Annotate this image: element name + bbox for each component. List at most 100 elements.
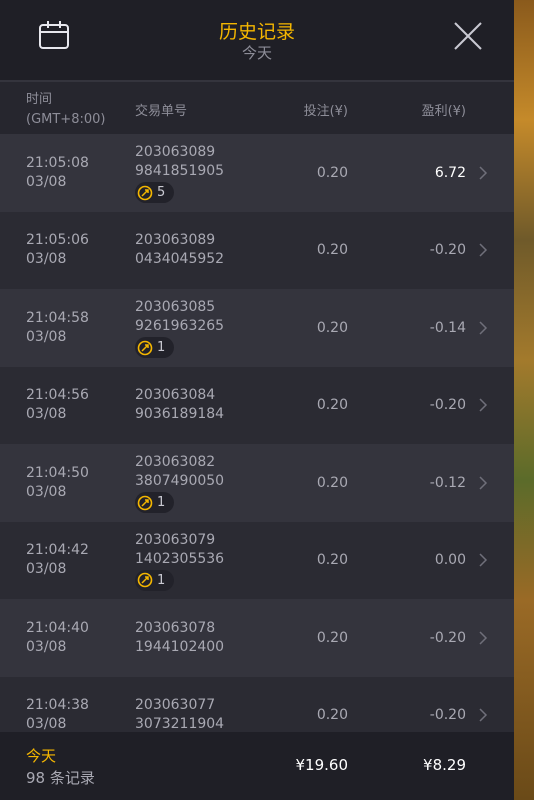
- row-date-value: 03/08: [26, 251, 67, 268]
- history-row[interactable]: 21:05:06 03/08 203063089 0434045952 0.20…: [0, 211, 514, 289]
- spin-icon: [137, 572, 153, 588]
- summary-record-count: 98 条记录: [26, 769, 95, 787]
- row-bet: 0.20: [316, 319, 348, 336]
- summary-total-bet: ¥19.60: [295, 756, 349, 774]
- page-title: 历史记录: [218, 21, 295, 43]
- summary-period-label: 今天: [26, 747, 57, 765]
- row-profit: -0.20: [429, 707, 466, 724]
- row-order: 203063078 1944102400: [135, 619, 224, 657]
- row-time-value: 21:04:40: [26, 619, 89, 636]
- row-time: 21:04:42 03/08: [26, 541, 89, 579]
- row-time-value: 21:04:58: [26, 309, 89, 326]
- row-order: 203063085 9261963265 1: [135, 298, 224, 362]
- row-order-part1: 203063089: [135, 232, 216, 249]
- free-spin-badge: 1: [135, 569, 175, 591]
- summary-footer: 今天 98 条记录 ¥19.60 ¥8.29: [0, 732, 514, 800]
- column-timezone-label: (GMT+8:00): [26, 112, 106, 127]
- row-order-part1: 203063077: [135, 697, 216, 714]
- chevron-right-icon[interactable]: [478, 552, 488, 568]
- row-order-part2: 9841851905: [135, 163, 225, 179]
- row-bet: 0.20: [316, 397, 348, 414]
- row-profit: -0.20: [429, 397, 466, 414]
- history-list[interactable]: 21:05:08 03/08 203063089 9841851905 5 0.…: [0, 134, 514, 732]
- row-order: 203063079 1402305536 1: [135, 531, 224, 595]
- row-time: 21:04:50 03/08: [26, 464, 89, 502]
- row-profit: -0.20: [429, 242, 466, 259]
- row-order-part2: 9261963265: [135, 318, 225, 334]
- row-order-part2: 0434045952: [135, 251, 225, 268]
- row-order-part1: 203063084: [135, 387, 216, 404]
- history-row[interactable]: 21:05:08 03/08 203063089 9841851905 5 0.…: [0, 134, 514, 212]
- column-time: 时间 (GMT+8:00): [26, 90, 105, 130]
- row-order: 203063077 3073211904: [135, 696, 224, 732]
- row-profit: -0.14: [429, 319, 466, 336]
- row-profit: -0.20: [429, 629, 466, 646]
- free-spin-badge: 5: [135, 182, 175, 203]
- spin-icon: [137, 340, 153, 355]
- row-order-part1: 203063078: [135, 619, 216, 636]
- row-order: 203063082 3807490050 1: [135, 453, 224, 517]
- row-order: 203063089 0434045952: [135, 231, 224, 269]
- row-order-part2: 1402305536: [135, 550, 225, 567]
- free-spin-badge: 1: [135, 337, 175, 358]
- column-bet-label: 投注(¥): [303, 104, 348, 119]
- row-date-value: 03/08: [26, 173, 67, 190]
- chevron-right-icon[interactable]: [478, 165, 488, 181]
- history-row[interactable]: 21:04:56 03/08 203063084 9036189184 0.20…: [0, 366, 514, 444]
- chevron-right-icon[interactable]: [478, 242, 488, 258]
- chevron-right-icon[interactable]: [478, 397, 488, 413]
- chevron-right-icon[interactable]: [478, 320, 488, 336]
- column-header: 时间 (GMT+8:00) 交易单号 投注(¥) 盈利(¥): [0, 82, 514, 134]
- column-order-label: 交易单号: [135, 104, 188, 119]
- row-order-part2: 9036189184: [135, 406, 225, 423]
- close-icon[interactable]: [452, 20, 484, 52]
- summary-total-profit: ¥8.29: [423, 756, 466, 774]
- history-row[interactable]: 21:04:50 03/08 203063082 3807490050 1 0.…: [0, 444, 514, 522]
- row-date-value: 03/08: [26, 406, 67, 423]
- row-profit: -0.12: [429, 474, 466, 491]
- chevron-right-icon[interactable]: [478, 630, 488, 646]
- row-date-value: 03/08: [26, 638, 67, 655]
- background-game-scene: [514, 0, 534, 800]
- chevron-right-icon[interactable]: [478, 475, 488, 491]
- row-order-part2: 3073211904: [135, 716, 225, 732]
- row-order-part1: 203063089: [135, 144, 216, 160]
- header-bar: 历史记录 今天: [0, 0, 514, 80]
- row-bet: 0.20: [316, 164, 348, 181]
- chevron-right-icon[interactable]: [478, 707, 488, 723]
- row-time: 21:04:56 03/08: [26, 386, 89, 424]
- row-profit: 0.00: [434, 552, 466, 569]
- row-time-value: 21:05:08: [26, 154, 89, 171]
- row-bet: 0.20: [316, 707, 348, 724]
- spin-icon: [137, 495, 153, 510]
- date-filter-label: 今天: [241, 44, 272, 62]
- row-date-value: 03/08: [26, 328, 67, 345]
- row-bet: 0.20: [316, 242, 348, 259]
- row-time: 21:04:40 03/08: [26, 619, 89, 657]
- row-bet: 0.20: [316, 552, 348, 569]
- row-date-value: 03/08: [26, 716, 67, 732]
- row-bet: 0.20: [316, 629, 348, 646]
- history-row[interactable]: 21:04:58 03/08 203063085 9261963265 1 0.…: [0, 289, 514, 367]
- row-time-value: 21:05:06: [26, 232, 89, 249]
- row-bet: 0.20: [316, 474, 348, 491]
- history-row[interactable]: 21:04:42 03/08 203063079 1402305536 1 0.…: [0, 521, 514, 599]
- row-time-value: 21:04:50: [26, 464, 89, 481]
- row-order-part1: 203063085: [135, 299, 216, 315]
- row-time: 21:05:06 03/08: [26, 231, 89, 269]
- row-date-value: 03/08: [26, 561, 67, 578]
- history-row[interactable]: 21:04:40 03/08 203063078 1944102400 0.20…: [0, 599, 514, 677]
- row-time: 21:04:58 03/08: [26, 309, 89, 347]
- column-profit-label: 盈利(¥): [421, 104, 466, 119]
- row-order: 203063084 9036189184: [135, 386, 224, 424]
- history-panel: 历史记录 今天 时间 (GMT+8:00) 交易单号 投注(¥) 盈利(¥) 2…: [0, 0, 514, 800]
- row-order-part1: 203063079: [135, 531, 216, 548]
- free-spin-count: 5: [157, 185, 166, 200]
- row-time: 21:05:08 03/08: [26, 154, 89, 192]
- row-time-value: 21:04:42: [26, 542, 89, 559]
- column-time-label: 时间: [26, 92, 53, 107]
- history-row[interactable]: 21:04:38 03/08 203063077 3073211904 0.20…: [0, 676, 514, 732]
- free-spin-count: 1: [157, 340, 166, 355]
- row-order-part2: 1944102400: [135, 638, 225, 655]
- free-spin-badge: 1: [135, 492, 175, 513]
